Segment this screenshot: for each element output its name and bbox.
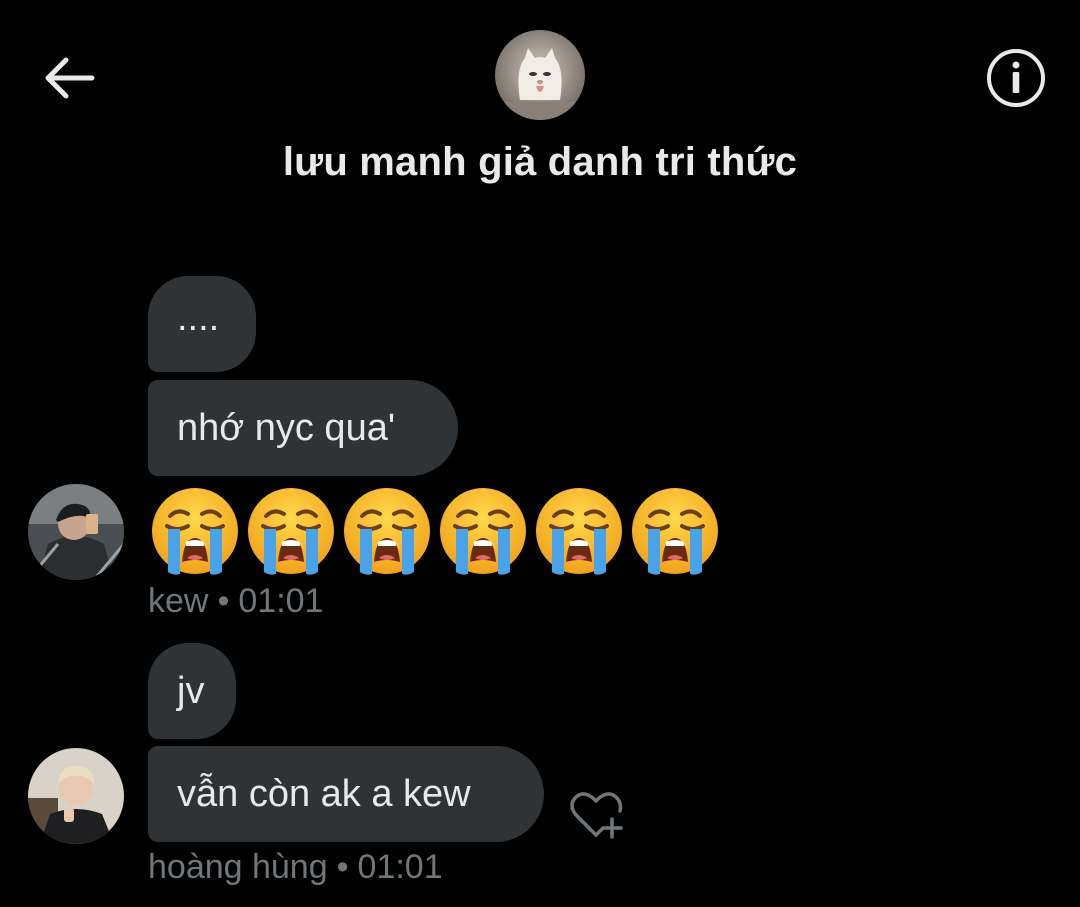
message-text: vẫn còn ak a kew — [177, 773, 471, 815]
loudly-crying-face-icon — [632, 488, 718, 575]
loudly-crying-face-icon — [536, 488, 622, 575]
emoji-message[interactable] — [150, 486, 720, 578]
message-time: 01:01 — [357, 848, 443, 886]
avatar-kew[interactable] — [28, 484, 124, 580]
hoang-hung-profile-photo — [28, 748, 124, 844]
loudly-crying-face-icon — [440, 488, 526, 575]
sender-name: hoàng hùng — [148, 848, 328, 886]
message-meta: hoàng hùng • 01:01 — [148, 848, 443, 887]
cat-photo-image — [495, 30, 585, 120]
message-bubble[interactable]: .... — [148, 276, 256, 372]
group-avatar[interactable] — [495, 30, 585, 120]
heart-plus-icon — [570, 792, 623, 839]
message-time: 01:01 — [238, 582, 324, 620]
message-meta: kew • 01:01 — [148, 582, 323, 621]
message-text: nhớ nyc qua' — [177, 407, 396, 449]
loudly-crying-face-icon — [248, 488, 334, 575]
loudly-crying-face-icon — [152, 488, 238, 575]
message-text: jv — [177, 670, 205, 712]
message-bubble[interactable]: jv — [148, 643, 236, 739]
arrow-left-icon — [45, 57, 95, 99]
loudly-crying-face-icon — [344, 488, 430, 575]
message-bubble[interactable]: nhớ nyc qua' — [148, 380, 458, 476]
message-text: .... — [177, 297, 220, 339]
kew-profile-photo — [28, 484, 124, 580]
avatar-hoang-hung[interactable] — [28, 748, 124, 844]
sender-name: kew — [148, 582, 209, 620]
meta-separator: • — [217, 582, 230, 620]
meta-separator: • — [336, 848, 349, 886]
message-bubble[interactable]: vẫn còn ak a kew — [148, 746, 544, 842]
add-reaction-button[interactable] — [566, 790, 628, 842]
conversation-header: lưu manh giả danh tri thức — [0, 0, 1080, 230]
back-button[interactable] — [36, 50, 100, 106]
conversation-title: lưu manh giả danh tri thức — [282, 140, 798, 184]
info-circle-icon — [987, 49, 1045, 107]
conversation-info-button[interactable] — [984, 48, 1048, 108]
